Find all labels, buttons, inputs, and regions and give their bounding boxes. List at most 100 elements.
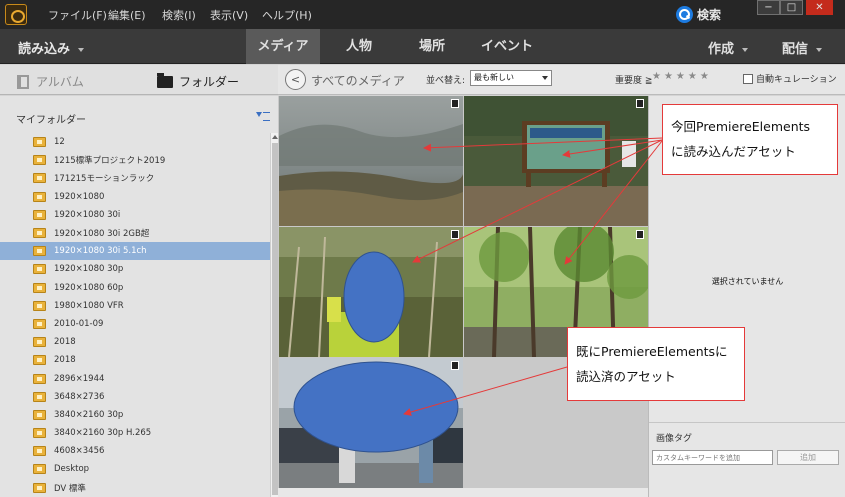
menu-search[interactable]: 検索(I): [162, 7, 196, 23]
chevron-down-icon: [816, 47, 823, 52]
rating-label-text: 重要度: [615, 76, 643, 86]
image-tags-label: 画像タグ: [656, 434, 693, 444]
tab-people[interactable]: 人物: [327, 29, 391, 64]
folder-item-label: 1920×1080: [54, 191, 105, 202]
close-button[interactable]: ✕: [806, 0, 833, 15]
auto-curation-label: 自動キュレーション: [756, 75, 837, 85]
rating-stars[interactable]: ★★★★★: [652, 71, 712, 82]
sort-select[interactable]: 最も新しい: [470, 70, 552, 86]
auto-curation-checkbox[interactable]: [743, 73, 753, 84]
folder-item[interactable]: 12: [0, 133, 270, 151]
video-badge-icon: [636, 99, 644, 108]
menu-file[interactable]: ファイル(F): [48, 7, 107, 23]
folder-item[interactable]: 3648×2736: [0, 388, 270, 406]
auto-curation-toggle[interactable]: 自動キュレーション: [743, 72, 837, 85]
menu-edit[interactable]: 編集(E): [108, 7, 146, 23]
folder-item[interactable]: DV 標準: [0, 479, 270, 497]
folder-item[interactable]: 171215モーションラック: [0, 169, 270, 187]
folder-item[interactable]: 1920×1080 30i: [0, 206, 270, 224]
folder-item-label: 1920×1080 60p: [54, 282, 124, 293]
callout-old-line1: 既にPremiereElementsに: [576, 344, 728, 359]
rating-label: 重要度 ≧: [615, 73, 652, 86]
folder-item[interactable]: 4608×3456: [0, 442, 270, 460]
folder-item-label: 1920×1080 30p: [54, 264, 124, 275]
media-grid: [278, 96, 648, 497]
folder-item-label: 171215モーションラック: [54, 174, 155, 185]
search-icon: [676, 5, 693, 23]
folder-item-label: 1920×1080 30i 2GB超: [54, 229, 150, 240]
folder-item-label: 3840×2160 30p: [54, 409, 124, 420]
callout-new-line2: に読み込んだアセット: [671, 144, 796, 159]
folder-item-label: 2018: [54, 355, 76, 366]
tab-places[interactable]: 場所: [401, 29, 463, 64]
folder-icon: [33, 300, 46, 311]
no-selection-text: 選択されていません: [711, 277, 784, 286]
video-thumbnail-group-cars: [279, 358, 463, 488]
folder-item[interactable]: 2018: [0, 351, 270, 369]
chevron-down-icon: [78, 47, 85, 52]
grid-horizontal-scrollbar[interactable]: [278, 488, 648, 497]
folder-icon: [33, 228, 46, 239]
video-badge-icon: [451, 230, 459, 239]
tab-folder[interactable]: フォルダー: [157, 72, 239, 90]
folder-panel: マイフォルダー 12 1215標準プロジェクト2019 171215モーションラック…: [0, 96, 278, 497]
folder-icon: [33, 373, 46, 384]
folder-item[interactable]: 1920×1080 60p: [0, 279, 270, 297]
folder-icon: [33, 337, 46, 348]
folder-item-label: Desktop: [54, 464, 90, 475]
folder-scrollbar[interactable]: [270, 133, 278, 497]
callout-existing-assets: 既にPremiereElementsに 読込済のアセット: [567, 327, 745, 401]
minimize-button[interactable]: −: [757, 0, 780, 15]
folder-item[interactable]: 1920×1080 30i 5.1ch: [0, 242, 270, 261]
search-label: 検索: [697, 7, 722, 22]
folder-item[interactable]: 3840×2160 30p: [0, 406, 270, 424]
folder-item[interactable]: 3840×2160 30p H.265: [0, 424, 270, 442]
add-keyword-button[interactable]: 追加: [777, 450, 839, 465]
folder-item[interactable]: 1920×1080 30i 2GB超: [0, 224, 270, 242]
media-header: < すべてのメディア 並べ替え: 最も新しい 重要度 ≧ ★★★★★ 自動キュレ…: [278, 65, 845, 95]
folder-icon: [33, 318, 46, 329]
image-tags-section: 画像タグ 追加: [649, 422, 845, 497]
folder-item-label: 1215標準プロジェクト2019: [54, 156, 166, 167]
tab-album-label: アルバム: [36, 75, 84, 89]
media-thumbnail[interactable]: [279, 227, 463, 357]
chevron-down-icon: [742, 47, 749, 52]
folder-item[interactable]: 2010-01-09: [0, 315, 270, 333]
sort-label: 並べ替え:: [426, 76, 466, 86]
folder-item-label: 3840×2160 30p H.265: [54, 428, 152, 439]
media-thumbnail[interactable]: [279, 358, 463, 488]
folder-item-label: 4608×3456: [54, 446, 105, 457]
sort-value: 最も新しい: [474, 73, 514, 82]
folder-item[interactable]: Desktop: [0, 460, 270, 478]
create-button[interactable]: 作成: [708, 38, 749, 57]
folder-item[interactable]: 2896×1944: [0, 369, 270, 387]
callout-new-line1: 今回PremiereElements: [671, 119, 811, 134]
tab-events[interactable]: イベント: [472, 29, 542, 64]
folder-item-label: 2018: [54, 337, 76, 348]
filter-menu-icon[interactable]: [256, 111, 270, 121]
media-thumbnail[interactable]: [279, 96, 463, 226]
back-button[interactable]: <: [285, 69, 306, 90]
all-media-link[interactable]: すべてのメディア: [311, 72, 405, 89]
search-button[interactable]: 検索: [676, 5, 721, 23]
folder-item-label: DV 標準: [54, 483, 86, 494]
tab-media[interactable]: メディア: [246, 29, 320, 64]
tab-album[interactable]: アルバム: [17, 73, 84, 90]
media-thumbnail[interactable]: [464, 96, 648, 226]
menu-view[interactable]: 表示(V): [210, 7, 248, 23]
import-label: 読み込み: [18, 42, 71, 57]
maximize-button[interactable]: □: [780, 0, 803, 15]
folder-icon: [33, 173, 46, 184]
import-button[interactable]: 読み込み: [18, 38, 85, 57]
folder-item[interactable]: 2018: [0, 333, 270, 351]
folder-item[interactable]: 1920×1080: [0, 188, 270, 206]
my-folders-title: マイフォルダー: [16, 115, 86, 126]
menu-help[interactable]: ヘルプ(H): [262, 7, 312, 23]
folder-item[interactable]: 1980×1080 VFR: [0, 297, 270, 315]
custom-keyword-input[interactable]: [652, 450, 773, 465]
folder-icon: [33, 246, 46, 257]
share-button[interactable]: 配信: [782, 38, 823, 57]
folder-item[interactable]: 1920×1080 30p: [0, 260, 270, 278]
folder-item[interactable]: 1215標準プロジェクト2019: [0, 151, 270, 169]
folder-icon: [33, 209, 46, 220]
